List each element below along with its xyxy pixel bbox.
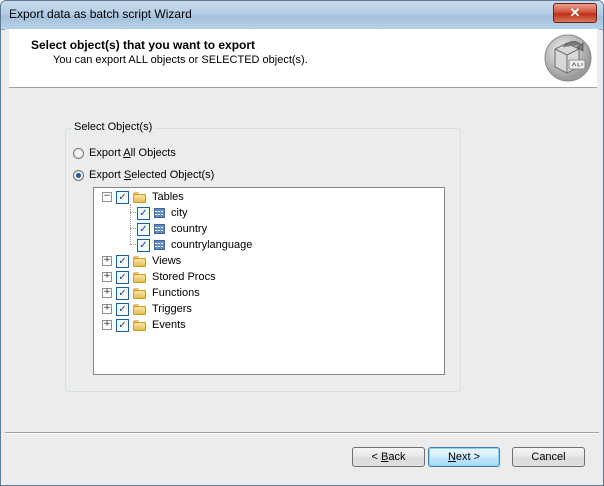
select-objects-group: Select Object(s) Export All Objects Expo… <box>65 121 461 392</box>
tree-node-label: Events <box>152 319 186 331</box>
tree-node-tables[interactable]: − ✓ Tables <box>102 189 184 205</box>
radio-export-selected-circle[interactable] <box>73 169 84 181</box>
radio-export-selected[interactable]: Export Selected Object(s) <box>73 169 214 181</box>
folder-icon <box>133 287 146 299</box>
events-checkbox[interactable]: ✓ <box>116 318 129 332</box>
tree-node-views[interactable]: + ✓ Views <box>102 253 181 269</box>
export-sql-icon <box>544 34 592 82</box>
collapse-icon[interactable]: − <box>102 192 112 202</box>
radio-export-all-circle[interactable] <box>73 147 84 159</box>
title-bar[interactable]: Export data as batch script Wizard ✕ <box>1 1 603 30</box>
tree-node-label: country <box>171 223 208 235</box>
triggers-checkbox[interactable]: ✓ <box>116 302 129 316</box>
folder-icon <box>133 303 146 315</box>
tree-node-label: countrylanguage <box>171 239 253 251</box>
table-icon <box>154 208 165 218</box>
countrylanguage-checkbox[interactable]: ✓ <box>137 238 150 252</box>
expand-icon[interactable]: + <box>102 304 112 314</box>
group-legend: Select Object(s) <box>72 121 155 133</box>
expand-icon[interactable]: + <box>102 272 112 282</box>
tree-node-country[interactable]: ✓ country <box>137 221 207 237</box>
wizard-window: Export data as batch script Wizard ✕ Sel… <box>0 0 604 486</box>
expand-icon[interactable]: + <box>102 320 112 330</box>
wizard-client: Select object(s) that you want to export… <box>5 29 599 481</box>
tree-guide <box>130 204 131 244</box>
folder-icon <box>133 191 146 203</box>
page-title: Select object(s) that you want to export <box>31 38 256 52</box>
tree-node-countrylanguage[interactable]: ✓ countrylanguage <box>137 237 252 253</box>
tree-node-city[interactable]: ✓ city <box>137 205 188 221</box>
tree-node-label: Views <box>152 255 182 267</box>
stored-procs-checkbox[interactable]: ✓ <box>116 270 129 284</box>
wizard-header: Select object(s) that you want to export… <box>9 29 597 88</box>
functions-checkbox[interactable]: ✓ <box>116 286 129 300</box>
tree-node-events[interactable]: + ✓ Events <box>102 317 186 333</box>
radio-export-all-label: Export All Objects <box>89 147 176 159</box>
tree-node-label: city <box>171 207 188 219</box>
object-tree[interactable]: − ✓ Tables ✓ city ✓ country ✓ countrylan… <box>93 187 445 375</box>
radio-export-all[interactable]: Export All Objects <box>73 147 176 159</box>
tree-node-label: Tables <box>152 191 184 203</box>
tables-checkbox[interactable]: ✓ <box>116 190 129 204</box>
country-checkbox[interactable]: ✓ <box>137 222 150 236</box>
tree-node-label: Triggers <box>152 303 192 315</box>
tree-node-label: Stored Procs <box>152 271 216 283</box>
tree-node-functions[interactable]: + ✓ Functions <box>102 285 200 301</box>
views-checkbox[interactable]: ✓ <box>116 254 129 268</box>
close-button[interactable]: ✕ <box>553 3 597 23</box>
page-subtitle: You can export ALL objects or SELECTED o… <box>53 54 308 66</box>
expand-icon[interactable]: + <box>102 256 112 266</box>
next-button[interactable]: Next > <box>428 447 500 467</box>
city-checkbox[interactable]: ✓ <box>137 206 150 220</box>
footer-separator <box>5 432 599 434</box>
expand-icon[interactable]: + <box>102 288 112 298</box>
radio-export-selected-label: Export Selected Object(s) <box>89 169 215 181</box>
tree-node-stored-procs[interactable]: + ✓ Stored Procs <box>102 269 216 285</box>
table-icon <box>154 240 165 250</box>
tree-node-triggers[interactable]: + ✓ Triggers <box>102 301 192 317</box>
table-icon <box>154 224 165 234</box>
folder-icon <box>133 271 146 283</box>
window-title: Export data as batch script Wizard <box>9 7 192 21</box>
folder-icon <box>133 319 146 331</box>
close-icon: ✕ <box>569 5 581 20</box>
tree-node-label: Functions <box>152 287 200 299</box>
folder-icon <box>133 255 146 267</box>
back-button[interactable]: < Back <box>352 447 425 467</box>
cancel-button[interactable]: Cancel <box>512 447 585 467</box>
